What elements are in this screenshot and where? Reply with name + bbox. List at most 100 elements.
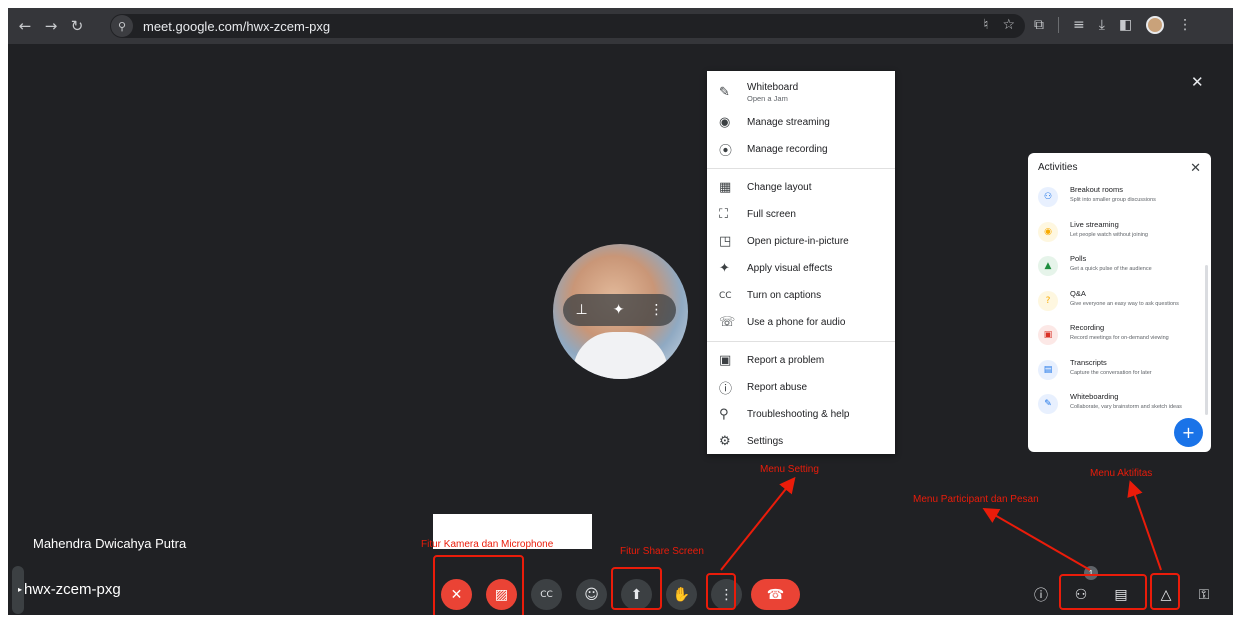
- menu-item-label: Manage streaming: [747, 117, 830, 128]
- arrow-participants: [982, 508, 1091, 571]
- activity-description: Collaborate, vary brainstorm and sketch …: [1070, 404, 1182, 410]
- activity-name: Q&A: [1070, 288, 1086, 298]
- menu-item-label: Turn on captions: [747, 290, 822, 301]
- side-panel-icon[interactable]: ◧: [1119, 17, 1132, 33]
- tile-more-icon[interactable]: ⋮: [649, 302, 663, 318]
- end-call-icon: ☎: [766, 586, 785, 603]
- extensions-icon[interactable]: ⧉: [1034, 17, 1044, 33]
- screenshot-frame: ← → ↻ ⚲ meet.google.com/hwx-zcem-pxg ♮ ☆…: [8, 8, 1233, 615]
- activity-item[interactable]: ▲ Polls Get a quick pulse of the audience: [1038, 254, 1201, 289]
- pip-icon: ◳: [719, 234, 732, 249]
- site-info-icon[interactable]: ⚲: [111, 15, 133, 37]
- activity-item[interactable]: ◉ Live streaming Let people watch without …: [1038, 220, 1201, 255]
- pin-icon[interactable]: ⊥: [576, 302, 588, 318]
- back-icon[interactable]: ←: [12, 17, 38, 35]
- report-icon: ▣: [719, 353, 732, 368]
- activity-icon: ✎: [1038, 394, 1058, 414]
- host-controls-button[interactable]: ⚿: [1190, 579, 1218, 610]
- activity-icon: ▣: [1038, 325, 1058, 345]
- participant-avatar[interactable]: ⊥ ✦ ⋮: [553, 244, 688, 379]
- highlight-share-screen: [611, 567, 662, 610]
- panel-scrollbar[interactable]: [1205, 265, 1208, 415]
- add-activity-button[interactable]: +: [1174, 418, 1203, 447]
- mic-blocked-icon[interactable]: ♮: [983, 17, 988, 33]
- activity-item[interactable]: ? Q&A Give everyone an easy way to ask que…: [1038, 289, 1201, 324]
- activity-icon: ▲: [1038, 256, 1058, 276]
- menu-item-settings[interactable]: ⚙ Settings: [707, 428, 895, 455]
- reading-list-icon[interactable]: ≡: [1073, 17, 1085, 33]
- menu-divider: [707, 341, 895, 342]
- activities-title: Activities: [1038, 162, 1078, 173]
- menu-item-label: Report a problem: [747, 355, 825, 366]
- emoji-button[interactable]: ☺: [576, 579, 607, 610]
- forward-icon[interactable]: →: [38, 17, 64, 35]
- layout-icon: ▦: [719, 180, 732, 195]
- menu-item-label: Whiteboard: [747, 81, 799, 93]
- caret-icon: ▸: [18, 585, 23, 594]
- activity-icon: ⚇: [1038, 187, 1058, 207]
- highlight-settings: [706, 573, 736, 610]
- tile-controls: ⊥ ✦ ⋮: [563, 294, 676, 326]
- warning-icon: ⓘ: [719, 382, 733, 397]
- menu-divider: [707, 168, 895, 169]
- activity-item[interactable]: ▤ Transcripts Capture the conversation for…: [1038, 358, 1201, 393]
- highlight-participants-chat: [1059, 574, 1147, 610]
- menu-item-whiteboard[interactable]: ✎ Whiteboard Open a Jam: [707, 75, 895, 109]
- menu-item-recording[interactable]: ⦿ Manage recording: [707, 136, 895, 163]
- browser-toolbar: ← → ↻ ⚲ meet.google.com/hwx-zcem-pxg ♮ ☆…: [8, 8, 1233, 44]
- menu-item-label: Settings: [747, 436, 784, 447]
- more-options-menu: ✎ Whiteboard Open a Jam ◉ Manage streamin…: [707, 71, 895, 454]
- menu-item-report-problem[interactable]: ▣ Report a problem: [707, 347, 895, 374]
- menu-item-layout[interactable]: ▦ Change layout: [707, 174, 895, 201]
- address-bar[interactable]: ⚲ meet.google.com/hwx-zcem-pxg ♮ ☆: [110, 14, 1025, 38]
- menu-item-label: Open picture-in-picture: [747, 236, 849, 247]
- activity-name: Live streaming: [1070, 219, 1119, 229]
- menu-item-effects[interactable]: ✦ Apply visual effects: [707, 255, 895, 282]
- activity-item[interactable]: ✎ Whiteboarding Collaborate, vary brainsto…: [1038, 392, 1201, 427]
- gear-icon: ⚙: [719, 434, 731, 449]
- browser-menu-icon[interactable]: ⋮: [1178, 17, 1192, 33]
- activity-item[interactable]: ⚇ Breakout rooms Split into smaller group …: [1038, 185, 1201, 220]
- captions-icon: CC: [719, 290, 732, 301]
- menu-item-troubleshooting[interactable]: ⚲ Troubleshooting & help: [707, 401, 895, 428]
- activity-description: Give everyone an easy way to ask questio…: [1070, 300, 1179, 307]
- mic-muted-indicator-icon: ✕: [1191, 73, 1204, 91]
- menu-item-label: Change layout: [747, 182, 812, 193]
- menu-item-phone-audio[interactable]: ☏ Use a phone for audio: [707, 309, 895, 336]
- activity-icon: ◉: [1038, 221, 1058, 242]
- menu-item-label: Manage recording: [747, 144, 828, 155]
- annotation-menu-setting: Menu Setting: [760, 464, 819, 475]
- profile-avatar[interactable]: [1146, 16, 1165, 34]
- menu-item-report-abuse[interactable]: ⓘ Report abuse: [707, 374, 895, 401]
- leave-call-button[interactable]: ☎: [751, 579, 800, 610]
- bookmark-star-icon[interactable]: ☆: [1002, 17, 1015, 33]
- fullscreen-icon: ⛶: [719, 207, 729, 222]
- menu-item-label: Apply visual effects: [747, 263, 833, 274]
- meeting-code[interactable]: ▸ hwx-zcem-pxg: [18, 581, 121, 598]
- raise-hand-button[interactable]: ✋: [666, 579, 697, 610]
- activity-item[interactable]: ▣ Recording Record meetings for on-demand …: [1038, 323, 1201, 358]
- captions-button[interactable]: CC: [531, 579, 562, 610]
- menu-item-streaming[interactable]: ◉ Manage streaming: [707, 109, 895, 136]
- effects-icon[interactable]: ✦: [613, 302, 625, 318]
- activity-description: Record meetings for on-demand viewing: [1070, 335, 1169, 341]
- close-icon[interactable]: ✕: [1190, 161, 1201, 176]
- lock-person-icon: ⚿: [1198, 586, 1210, 603]
- download-icon[interactable]: ⤓: [1099, 17, 1105, 33]
- activity-name: Whiteboarding: [1070, 392, 1119, 401]
- activity-icon: ?: [1038, 290, 1058, 311]
- meeting-details-button[interactable]: ⓘ: [1027, 579, 1055, 610]
- participant-name: Mahendra Dwicahya Putra: [33, 536, 187, 551]
- reload-icon[interactable]: ↻: [64, 17, 90, 35]
- annotation-participants: Menu Participant dan Pesan: [913, 494, 1039, 505]
- menu-item-label: Use a phone for audio: [747, 317, 846, 328]
- menu-item-fullscreen[interactable]: ⛶ Full screen: [707, 201, 895, 228]
- menu-item-captions[interactable]: CC Turn on captions: [707, 282, 895, 309]
- phone-icon: ☏: [719, 315, 736, 330]
- activity-name: Breakout rooms: [1070, 185, 1123, 194]
- broadcast-icon: ◉: [719, 115, 731, 130]
- activity-name: Polls: [1070, 254, 1087, 263]
- info-icon: ⓘ: [1034, 587, 1048, 604]
- menu-item-pip[interactable]: ◳ Open picture-in-picture: [707, 228, 895, 255]
- activity-icon: ▤: [1038, 359, 1058, 380]
